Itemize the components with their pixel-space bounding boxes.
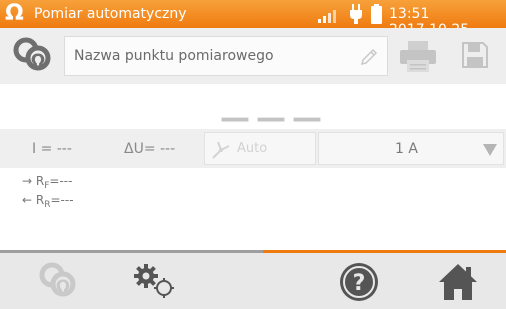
current-range-value: 1 A: [395, 141, 418, 157]
omega-icon: Ω: [5, 1, 24, 26]
pencil-icon[interactable]: [359, 47, 379, 67]
chevron-down-icon: [483, 144, 497, 156]
auto-button[interactable]: Auto: [204, 132, 316, 165]
title-bar: Ω Pomiar automatyczny 13:51 2017.10.25: [0, 0, 506, 38]
battery-icon: [371, 4, 382, 24]
measurement-point-name: Nazwa punktu pomiarowego: [74, 48, 274, 64]
rr-symbol: R: [35, 193, 45, 207]
auto-probe-icon: [212, 141, 230, 159]
rf-symbol: R: [35, 174, 45, 188]
svg-text:Ω: Ω: [31, 51, 45, 71]
settings-icon[interactable]: [130, 261, 178, 301]
current-reading: I = ---: [32, 141, 72, 157]
measurement-point-name-field[interactable]: Nazwa punktu pomiarowego: [64, 36, 388, 76]
parameters-row: I = --- ΔU= --- Auto 1 A: [0, 129, 506, 168]
svg-text:Ω: Ω: [56, 277, 70, 297]
help-icon[interactable]: ?: [338, 261, 380, 303]
rf-result: → RF=---: [22, 174, 72, 193]
signal-icon: [318, 10, 336, 23]
results-panel: → RF=--- ← RR =---: [0, 168, 506, 250]
reverse-arrow-icon: ←: [22, 193, 33, 207]
window-title: Pomiar automatyczny: [34, 6, 187, 22]
printer-icon[interactable]: [398, 38, 438, 74]
toolbar: Ω Nazwa punktu pomiarowego: [0, 28, 506, 84]
mode-icon[interactable]: Ω: [6, 34, 60, 76]
forward-arrow-icon: →: [22, 174, 33, 188]
voltage-drop-reading: ΔU= ---: [124, 141, 176, 157]
home-icon[interactable]: [437, 262, 479, 302]
rf-value: =---: [49, 174, 73, 188]
save-icon[interactable]: [462, 42, 488, 68]
current-range-select[interactable]: 1 A: [318, 132, 504, 165]
auto-label: Auto: [237, 141, 268, 156]
bottom-bar: Ω ?: [0, 253, 506, 309]
plug-icon: [350, 4, 362, 24]
rr-value: =---: [50, 193, 74, 207]
mode-icon[interactable]: Ω: [34, 259, 82, 305]
rr-result: ← RR=---: [22, 193, 74, 212]
svg-text:?: ?: [353, 271, 366, 296]
